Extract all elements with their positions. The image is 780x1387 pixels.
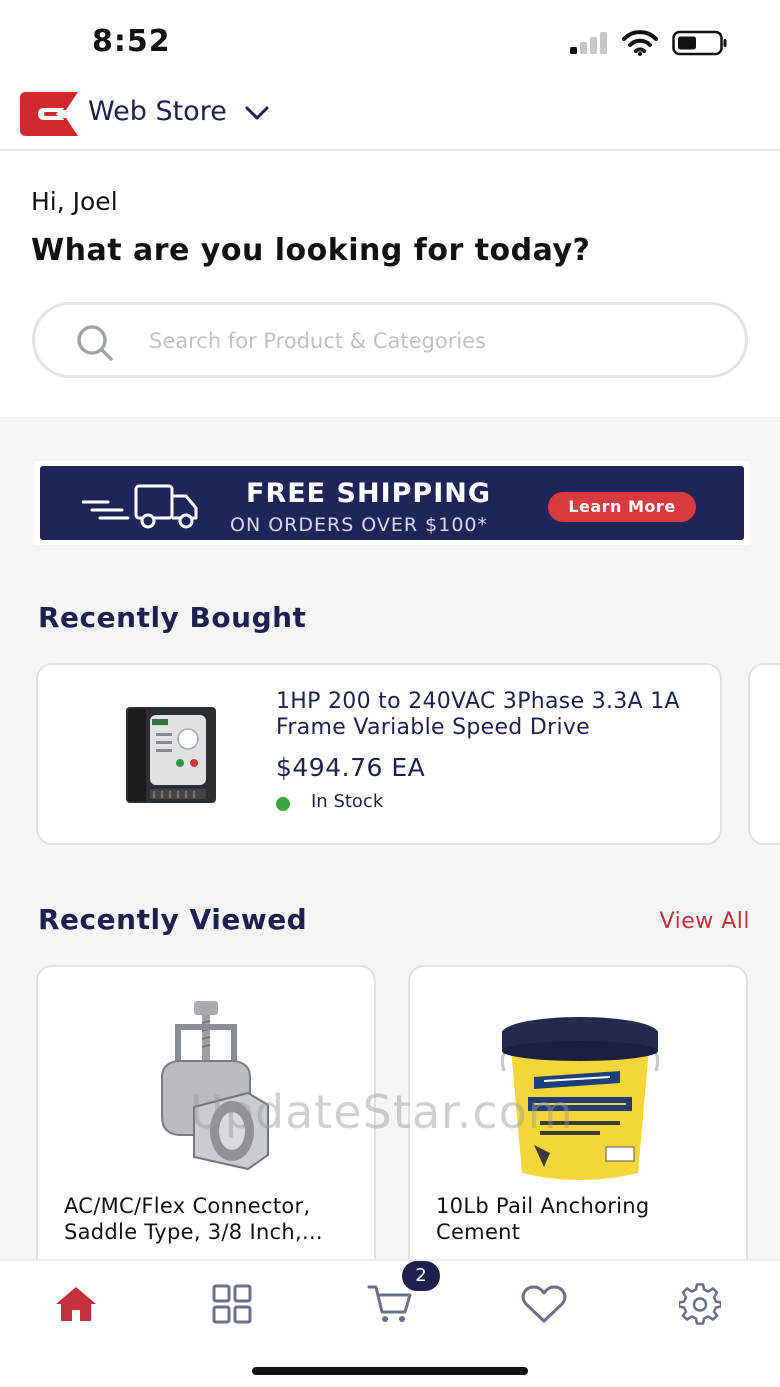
settings-gear-icon [679, 1283, 721, 1325]
greeting-text: Hi, Joel [31, 187, 118, 216]
app-header: Web Store [0, 80, 780, 151]
cellular-signal-icon [570, 32, 607, 54]
anchoring-cement-pail-image [500, 1017, 660, 1180]
recently-viewed-card[interactable]: AC/MC/Flex Connector, Saddle Type, 3/8 I… [36, 965, 376, 1259]
recently-viewed-title: Recently Viewed [38, 903, 308, 936]
home-icon [56, 1287, 96, 1321]
variable-speed-drive-image [126, 707, 216, 803]
learn-more-button[interactable]: Learn More [548, 492, 696, 522]
product-name[interactable]: 1HP 200 to 240VAC 3Phase 3.3A 1A Frame V… [276, 689, 696, 741]
search-bar[interactable] [32, 302, 748, 378]
brand-logo[interactable] [20, 92, 78, 136]
tab-home[interactable] [46, 1279, 106, 1329]
product-name[interactable]: AC/MC/Flex Connector, Saddle Type, 3/8 I… [64, 1193, 364, 1245]
recently-bought-card[interactable]: 1HP 200 to 240VAC 3Phase 3.3A 1A Frame V… [36, 663, 722, 845]
main-content[interactable]: FREE SHIPPING ON ORDERS OVER $100* Learn… [0, 417, 780, 1259]
tab-categories[interactable] [202, 1279, 262, 1329]
store-selector-label[interactable]: Web Store [88, 96, 227, 127]
view-all-link[interactable]: View All [660, 909, 750, 934]
heart-icon [521, 1285, 567, 1323]
recently-viewed-card[interactable]: 10Lb Pail Anchoring Cement [408, 965, 748, 1259]
bottom-tab-bar: 2 [0, 1259, 780, 1387]
banner-title: FREE SHIPPING [246, 478, 491, 509]
free-shipping-banner[interactable]: FREE SHIPPING ON ORDERS OVER $100* Learn… [34, 461, 750, 545]
cart-count-badge: 2 [402, 1261, 440, 1291]
delivery-truck-icon [82, 484, 198, 529]
page-headline: What are you looking for today? [31, 233, 591, 268]
stock-status: In Stock [311, 791, 384, 812]
flex-connector-image [161, 1001, 269, 1171]
chevron-down-icon[interactable] [244, 104, 270, 122]
tab-settings[interactable] [670, 1279, 730, 1329]
cart-icon [367, 1285, 412, 1322]
recently-bought-card-next[interactable] [748, 663, 780, 845]
status-time: 8:52 [92, 24, 171, 59]
wifi-icon [622, 30, 658, 56]
in-stock-indicator-icon [276, 797, 290, 811]
status-bar: 8:52 [0, 0, 780, 80]
product-price: $494.76 EA [276, 753, 426, 782]
home-indicator[interactable] [252, 1367, 528, 1375]
categories-grid-icon [212, 1284, 252, 1324]
welcome-section: Hi, Joel What are you looking for today? [0, 151, 780, 417]
banner-subtitle: ON ORDERS OVER $100* [230, 514, 489, 536]
product-name[interactable]: 10Lb Pail Anchoring Cement [436, 1193, 736, 1245]
banner-background: FREE SHIPPING ON ORDERS OVER $100* Learn… [40, 466, 744, 540]
recently-bought-title: Recently Bought [38, 601, 307, 634]
search-icon [77, 325, 113, 361]
battery-icon [672, 30, 727, 56]
tab-favorites[interactable] [514, 1279, 574, 1329]
search-input[interactable] [149, 323, 709, 359]
